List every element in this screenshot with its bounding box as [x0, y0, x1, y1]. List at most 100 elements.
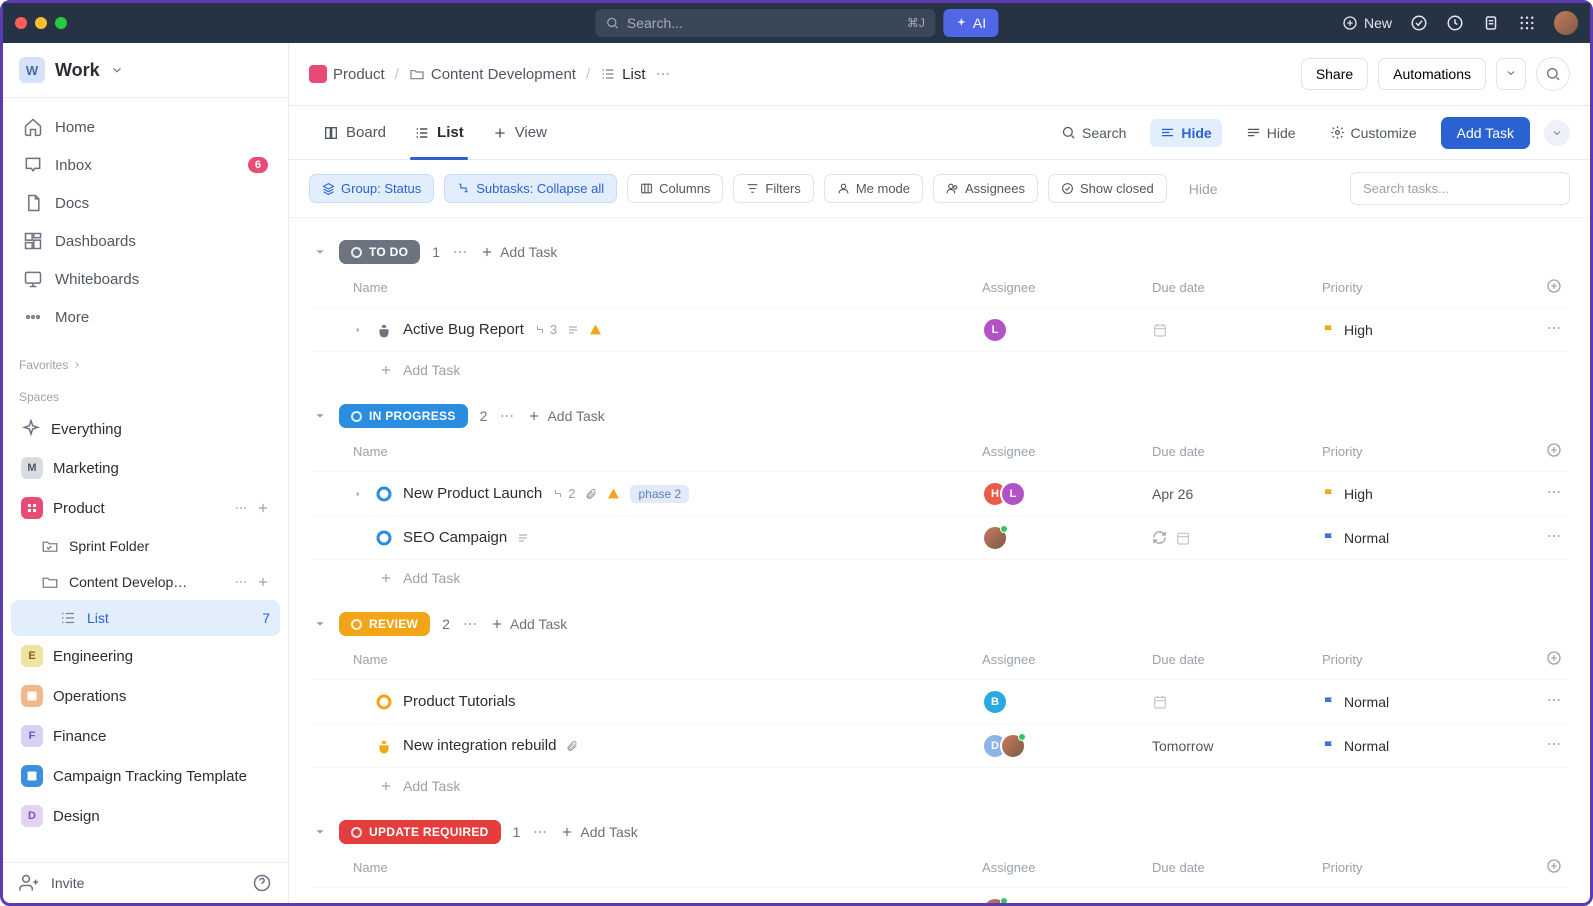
add-task-row[interactable]: Add Task: [313, 767, 1566, 804]
space-item[interactable]: Product: [11, 488, 280, 528]
more-icon[interactable]: [499, 408, 515, 424]
task-search-input[interactable]: Search tasks...: [1350, 172, 1570, 205]
due-cell[interactable]: [1152, 322, 1322, 338]
task-tag[interactable]: phase 2: [630, 485, 689, 503]
share-button[interactable]: Share: [1301, 58, 1368, 90]
invite-label[interactable]: Invite: [51, 875, 84, 891]
minimize-window[interactable]: [35, 17, 47, 29]
priority-cell[interactable]: High: [1322, 322, 1512, 338]
view-hide-button[interactable]: Hide: [1150, 119, 1221, 147]
collapse-caret-icon[interactable]: [313, 825, 327, 839]
view-tab-view[interactable]: View: [478, 106, 561, 159]
subtasks-count[interactable]: 3: [534, 322, 557, 337]
task-expand-caret[interactable]: [353, 486, 365, 502]
status-pill[interactable]: UPDATE REQUIRED: [339, 820, 501, 844]
chip-me-mode[interactable]: Me mode: [824, 174, 923, 203]
priority-cell[interactable]: Normal: [1322, 694, 1512, 710]
add-column-button[interactable]: [1512, 650, 1562, 669]
due-cell[interactable]: Apr 26: [1152, 486, 1322, 502]
add-column-button[interactable]: [1512, 442, 1562, 461]
assignee-cell[interactable]: HL: [982, 481, 1152, 507]
task-menu[interactable]: [1512, 484, 1562, 503]
priority-cell[interactable]: Normal: [1322, 530, 1512, 546]
space-item[interactable]: MMarketing: [11, 448, 280, 488]
breadcrumb-segment[interactable]: Content Development: [409, 66, 576, 83]
chip-filters[interactable]: Filters: [733, 174, 813, 203]
nav-more[interactable]: More: [11, 298, 280, 336]
space-item[interactable]: Sprint Folder: [11, 528, 280, 564]
view-customize-button[interactable]: Customize: [1320, 119, 1427, 147]
more-icon[interactable]: [452, 244, 468, 260]
task-menu[interactable]: [1512, 528, 1562, 547]
due-cell[interactable]: [1152, 530, 1322, 546]
chip-show-closed[interactable]: Show closed: [1048, 174, 1167, 203]
assignee-cell[interactable]: [982, 897, 1152, 904]
priority-cell[interactable]: Normal: [1322, 738, 1512, 754]
task-expand-caret[interactable]: [353, 322, 365, 338]
more-icon[interactable]: [532, 824, 548, 840]
due-cell[interactable]: [1152, 694, 1322, 710]
group-add-task[interactable]: Add Task: [490, 616, 567, 632]
new-button[interactable]: New: [1342, 15, 1392, 31]
chip-subtasks[interactable]: Subtasks: Collapse all: [444, 174, 617, 203]
task-menu[interactable]: [1512, 900, 1562, 903]
space-item[interactable]: Campaign Tracking Template: [11, 756, 280, 796]
task-row[interactable]: SEO CampaignNormal: [313, 515, 1566, 559]
nav-whiteboards[interactable]: Whiteboards: [11, 260, 280, 298]
view-tab-board[interactable]: Board: [309, 106, 400, 159]
more-icon[interactable]: [234, 575, 248, 589]
group-add-task[interactable]: Add Task: [480, 244, 557, 260]
more-icon[interactable]: [655, 66, 671, 82]
assignee-cell[interactable]: [982, 525, 1152, 551]
nav-dashboards[interactable]: Dashboards: [11, 222, 280, 260]
warning-icon[interactable]: [607, 487, 620, 500]
help-icon[interactable]: [252, 873, 272, 893]
due-cell[interactable]: Tomorrow: [1152, 738, 1322, 754]
add-task-row[interactable]: Add Task: [313, 351, 1566, 388]
more-icon[interactable]: [462, 616, 478, 632]
chip-group[interactable]: Group: Status: [309, 174, 434, 203]
view-hide-button-2[interactable]: Hide: [1236, 119, 1306, 147]
close-window[interactable]: [15, 17, 27, 29]
task-row[interactable]: New integration rebuildDTomorrowNormal: [313, 723, 1566, 767]
ai-button[interactable]: AI: [943, 9, 998, 37]
space-item[interactable]: FFinance: [11, 716, 280, 756]
global-search[interactable]: Search... ⌘J: [595, 9, 935, 37]
chip-assignees[interactable]: Assignees: [933, 174, 1038, 203]
plus-icon[interactable]: [256, 575, 270, 589]
subtasks-count[interactable]: 2: [552, 486, 575, 501]
add-task-button[interactable]: Add Task: [1441, 117, 1530, 149]
desc-icon[interactable]: [517, 532, 529, 544]
task-row[interactable]: Home Page RefreshTomorrow: [313, 887, 1566, 903]
maximize-window[interactable]: [55, 17, 67, 29]
chip-columns[interactable]: Columns: [627, 174, 723, 203]
warning-icon[interactable]: [589, 323, 602, 336]
space-item[interactable]: Operations: [11, 676, 280, 716]
priority-cell[interactable]: High: [1322, 486, 1512, 502]
desc-icon[interactable]: [567, 324, 579, 336]
breadcrumb-segment[interactable]: Product: [309, 65, 385, 83]
breadcrumb-segment[interactable]: List: [600, 66, 645, 83]
nav-docs[interactable]: Docs: [11, 184, 280, 222]
status-pill[interactable]: REVIEW: [339, 612, 430, 636]
workspace-switcher[interactable]: W Work: [19, 57, 272, 83]
nav-inbox[interactable]: Inbox6: [11, 146, 280, 184]
add-task-more-button[interactable]: [1544, 120, 1570, 146]
automations-dropdown[interactable]: [1496, 58, 1526, 90]
automations-button[interactable]: Automations: [1378, 58, 1486, 90]
task-menu[interactable]: [1512, 736, 1562, 755]
group-add-task[interactable]: Add Task: [527, 408, 604, 424]
task-menu[interactable]: [1512, 692, 1562, 711]
plus-icon[interactable]: [256, 501, 270, 515]
status-pill[interactable]: TO DO: [339, 240, 420, 264]
task-row[interactable]: New Product Launch2phase 2HLApr 26High: [313, 471, 1566, 515]
chips-hide[interactable]: Hide: [1189, 181, 1218, 197]
assignee-cell[interactable]: B: [982, 689, 1152, 715]
nav-home[interactable]: Home: [11, 108, 280, 146]
space-item[interactable]: Content Develop…: [11, 564, 280, 600]
space-item[interactable]: DDesign: [11, 796, 280, 836]
favorites-section[interactable]: Favorites: [3, 346, 288, 378]
assignee-cell[interactable]: L: [982, 317, 1152, 343]
add-column-button[interactable]: [1512, 858, 1562, 877]
collapse-caret-icon[interactable]: [313, 245, 327, 259]
